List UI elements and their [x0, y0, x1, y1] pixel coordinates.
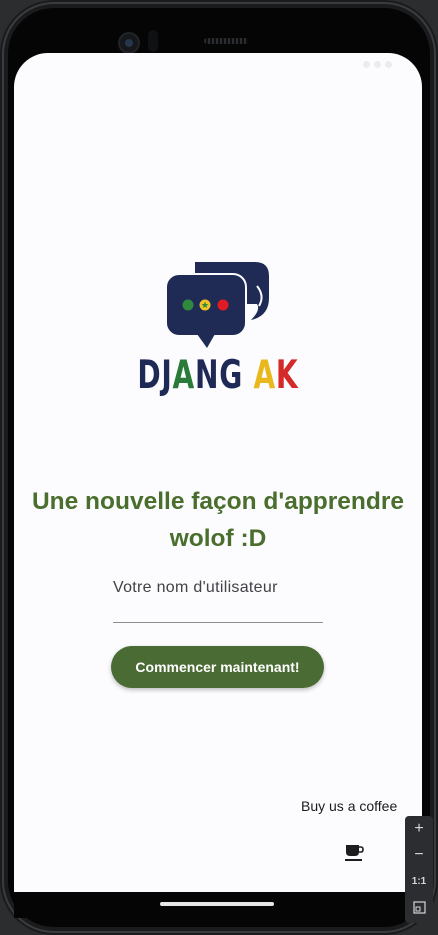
actual-size-button[interactable]: 1:1 — [405, 868, 433, 894]
app-logo: DJANG AK — [14, 258, 422, 395]
start-button[interactable]: Commencer maintenant! — [111, 646, 324, 688]
earpiece-speaker — [204, 38, 248, 44]
home-gesture-handle[interactable] — [160, 902, 274, 906]
brand-name: DJANG AK — [137, 353, 299, 398]
username-input[interactable] — [113, 569, 323, 622]
wifi-icon — [374, 61, 381, 68]
device-frame: DJANG AK Une nouvelle façon d'apprendre … — [0, 0, 438, 935]
app-screen: DJANG AK Une nouvelle façon d'apprendre … — [14, 53, 422, 892]
proximity-sensor — [148, 30, 158, 52]
zoom-in-button[interactable]: + — [405, 816, 433, 842]
coffee-cup-icon — [345, 845, 364, 861]
fit-screen-icon — [412, 900, 426, 914]
signal-icon — [363, 61, 370, 68]
username-field[interactable]: Votre nom d'utilisateur — [113, 569, 323, 623]
buy-coffee-button[interactable] — [337, 837, 371, 867]
battery-icon — [385, 61, 392, 68]
zoom-out-button[interactable]: − — [405, 842, 433, 868]
front-camera-icon — [118, 32, 140, 54]
emulator-zoom-panel: + − 1:1 — [405, 816, 433, 923]
page-title: Une nouvelle façon d'apprendre wolof :D — [31, 488, 405, 552]
status-bar — [14, 53, 422, 77]
chat-bubbles-logo-icon — [165, 262, 269, 348]
brand-wordmark: DJANG AK — [137, 356, 298, 395]
system-nav-bar — [14, 892, 422, 918]
fit-screen-button[interactable] — [405, 894, 433, 920]
status-icons — [363, 61, 392, 68]
coffee-label: Buy us a coffee — [301, 798, 398, 814]
